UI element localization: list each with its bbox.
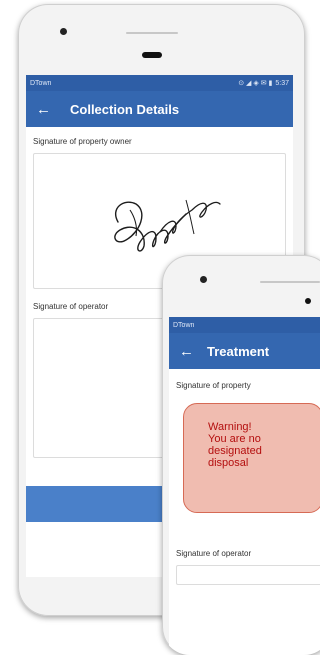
sensor-line	[260, 281, 320, 283]
owner-signature-label: Signature of property	[176, 381, 251, 390]
clock: 5:37	[275, 79, 289, 87]
phone-front: DTown ← Treatment Signature of property …	[162, 255, 320, 655]
warning-line: You are no	[208, 433, 261, 445]
app-bar: ← Treatment	[169, 333, 320, 369]
form-content: Signature of property Warning! You are n…	[169, 369, 320, 585]
warning-dialog: Warning! You are no designated disposal	[183, 403, 320, 513]
operator-signature-pad[interactable]	[176, 565, 320, 585]
back-arrow-icon[interactable]: ←	[179, 343, 201, 360]
status-bar: DTown ⊙ ◢ ◈ ✉ ▮ 5:37	[26, 75, 293, 91]
status-bar: DTown	[169, 317, 320, 333]
warning-line: designated	[208, 445, 262, 457]
phone-screen: DTown ← Treatment Signature of property …	[169, 317, 320, 655]
front-camera-icon	[60, 28, 67, 35]
carrier-label: DTown	[173, 321, 195, 329]
back-arrow-icon[interactable]: ←	[36, 101, 58, 118]
owner-signature-label: Signature of property owner	[33, 137, 132, 146]
warning-title: Warning!	[208, 421, 252, 433]
front-camera-icon	[200, 276, 207, 283]
earpiece-speaker	[305, 298, 311, 304]
app-bar: ← Collection Details	[26, 91, 293, 127]
status-icons: ⊙ ◢ ◈ ✉ ▮ 5:37	[238, 79, 289, 88]
carrier-label: DTown	[30, 79, 52, 87]
owner-signature-pad[interactable]: Warning! You are no designated disposal	[176, 397, 320, 543]
sensor-line	[126, 32, 178, 34]
earpiece-speaker	[142, 52, 162, 58]
signal-icons: ⊙ ◢ ◈ ✉ ▮	[238, 80, 273, 87]
page-title: Treatment	[207, 343, 270, 359]
page-title: Collection Details	[70, 101, 180, 117]
operator-signature-label: Signature of operator	[176, 549, 252, 558]
warning-line: disposal	[208, 457, 249, 469]
